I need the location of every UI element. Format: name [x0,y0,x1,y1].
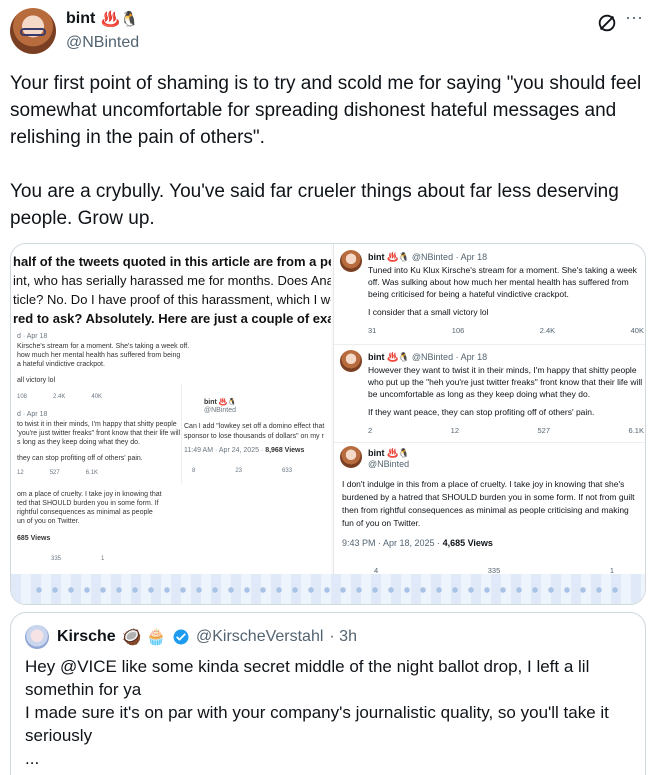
embedded-head: bint ♨️🐧 @NBinted · Apr 18 [368,252,487,263]
mini-body-3d: un of you on Twitter. [17,518,80,525]
quoted-header: Kirsche 🥥 🧁 @KirscheVerstahl · 3h [57,627,357,647]
mini-action: 527 [49,470,60,476]
embedded-views: 4,685 Views [442,538,493,548]
quoted-handle[interactable]: @KirscheVerstahl [196,628,323,646]
mini-body-2d: they can stop profiting off of others' p… [17,455,143,462]
decorative-scallop-border [11,574,645,604]
embedded-text-1: Can I add "lowkey set off a domino effec… [184,423,325,430]
author-avatar[interactable] [10,8,56,54]
views-count: 6.1K [628,426,644,435]
author-handle[interactable]: @NBinted [66,34,139,52]
mini-body-2c: s long as they keep doing what they do. [17,439,140,446]
embedded-views: 8,968 Views [265,447,305,454]
embedded-head: bint ♨️🐧 @NBinted · Apr 18 [368,352,487,363]
embedded-text-2: sponsor to lose thousands of dollars" on… [184,433,324,440]
article-excerpt: half of the tweets quoted in this articl… [13,252,331,328]
mini-action: 6.1K [85,470,99,476]
quoted-text: Hey @VICE like some kinda secret middle … [25,655,635,770]
tweet-paragraph-2: You are a crybully. You've said far crue… [10,181,619,229]
mini-victory: all victory lol [17,377,56,384]
reply-count: 2 [368,426,373,435]
reply-count: 31 [368,326,377,335]
embedded-time-text: 9:43 PM · Apr 18, 2025 · [342,538,443,548]
mini-action: 108 [17,394,28,400]
article-line-3: ticle? No. Do I have proof of this haras… [13,292,331,307]
mini-action: 2.4K [53,394,66,400]
mini-actions-3: 335 1 [51,556,104,562]
mini-head-2: d · Apr 18 [17,411,48,418]
mini-head-1: d · Apr 18 [17,333,48,340]
decorative-dots [31,586,627,594]
embedded-time: 9:43 PM · Apr 18, 2025 · 4,685 Views [342,538,493,548]
views-count: 40K [630,326,644,335]
mini-actions-1: 108 2.4K 40K [17,394,102,400]
quoted-line-3: ... [25,749,40,768]
like-count: 2.4K [539,326,556,335]
article-line-4: red to ask? Absolutely. Here are just a … [13,311,331,326]
embedded-head: bint ♨️🐧 [368,448,409,459]
embedded-body-2: If they want peace, they can stop profit… [368,407,595,417]
author-name-row: bint ♨️🐧 [66,10,139,28]
embedded-body: However they want to twist it in their m… [368,365,643,399]
avatar-glasses [20,28,46,36]
mini-action: 12 [17,470,24,476]
quoted-time[interactable]: · 3h [329,628,357,646]
repost-count: 12 [450,426,460,435]
mini-action: 8 [192,468,196,474]
quoted-display-name[interactable]: Kirsche [57,628,116,646]
embedded-meta: ♨️🐧 [384,448,410,458]
embedded-actions: 31 106 2.4K 40K [368,326,644,335]
author-display-name[interactable]: bint [66,10,95,28]
embedded-avatar [340,446,362,468]
mini-action: 23 [235,468,243,474]
more-options-icon[interactable]: ··· [624,8,644,30]
quoted-line-1: Hey @VICE like some kinda secret middle … [25,657,590,699]
like-count: 527 [537,426,551,435]
tweet-media[interactable]: half of the tweets quoted in this articl… [10,243,646,605]
embedded-avatar [340,250,362,272]
tweet-paragraph-1: Your first point of shaming is to try an… [10,73,642,148]
embedded-body: I don't indulge in this from a place of … [342,479,635,528]
embedded-body: Tuned into Ku Klux Kirsche's stream for … [368,265,637,299]
verified-badge-icon [173,629,189,645]
article-line-1: half of the tweets quoted in this articl… [13,254,331,269]
embedded-name: bint [368,352,385,362]
embedded-avatar [340,350,362,372]
embedded-body-2: I consider that a small victory lol [368,307,489,317]
mini-body-1c: a hateful vindictive crackpot. [17,361,105,368]
mini-action: 1 [101,556,105,562]
mini-action: 633 [282,468,293,474]
embedded-handle: @NBinted [204,407,237,414]
embedded-meta: ♨️🐧 @NBinted · Apr 18 [384,252,488,262]
embedded-name: bint [368,252,385,262]
media-left-screenshot[interactable]: half of the tweets quoted in this articl… [11,244,331,604]
media-right-screenshot[interactable]: bint ♨️🐧 @NBinted · Apr 18 Tuned into Ku… [333,244,645,604]
embedded-actions: 2 12 527 6.1K [368,426,644,435]
mini-actions-2: 12 527 6.1K [17,470,98,476]
tweet-text: Your first point of shaming is to try an… [10,70,644,259]
embedded-actions: 8 23 633 [192,468,292,474]
mini-action: 40K [91,394,103,400]
embedded-name: bint [368,448,385,458]
grok-icon[interactable] [596,12,618,34]
embedded-quote-card: bint ♨️🐧 @NBinted Can I add "lowkey set … [181,384,331,484]
mini-views-3: 685 Views [17,535,51,542]
tweet-header: bint ♨️🐧 @NBinted ··· [10,8,644,56]
repost-count: 106 [451,326,465,335]
embedded-handle: @NBinted [368,459,410,469]
quoted-tweet[interactable]: Kirsche 🥥 🧁 @KirscheVerstahl · 3h Hey @V… [10,612,646,775]
embedded-meta: ♨️🐧 @NBinted · Apr 18 [384,352,488,362]
embedded-time-text: 11:49 AM · Apr 24, 2025 · [184,447,266,454]
article-line-2: int, who has serially harassed me for mo… [13,273,331,288]
divider [334,344,645,345]
quoted-line-2: I made sure it's on par with your compan… [25,703,609,745]
quoted-avatar[interactable] [25,625,49,649]
embedded-time: 11:49 AM · Apr 24, 2025 · 8,968 Views [184,446,304,456]
divider [334,442,645,443]
quoted-emojis: 🥥 🧁 [121,629,166,646]
author-emojis: ♨️🐧 [101,11,139,28]
mini-action: 335 [51,556,62,562]
